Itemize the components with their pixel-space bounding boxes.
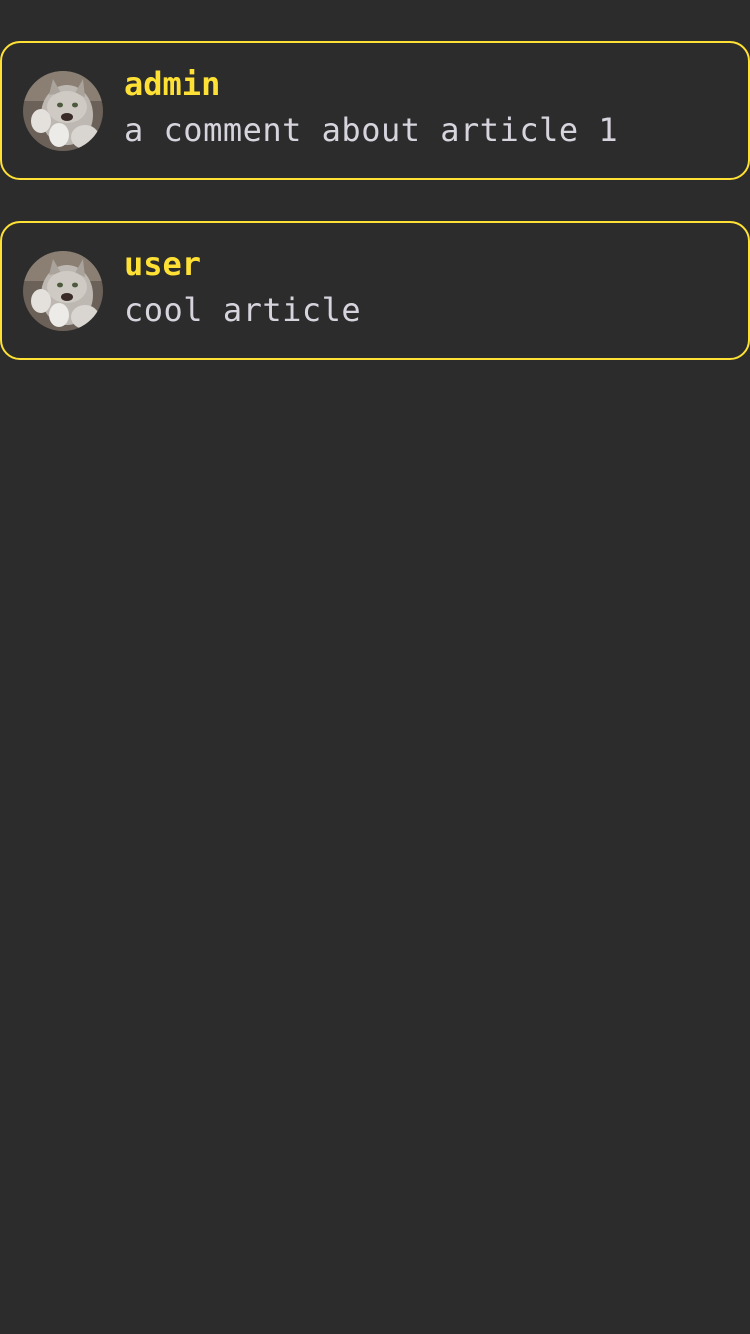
comment-author[interactable]: user bbox=[124, 244, 361, 284]
comment-card[interactable]: user cool article bbox=[0, 221, 750, 360]
comment-text: a comment about article 1 bbox=[124, 110, 619, 149]
comment-body: user cool article bbox=[124, 223, 361, 358]
comment-list: admin a comment about article 1 user coo… bbox=[0, 41, 750, 401]
cat-avatar-image bbox=[23, 70, 103, 151]
cat-avatar-image bbox=[23, 250, 103, 331]
comment-text: cool article bbox=[124, 290, 362, 329]
avatar[interactable] bbox=[23, 70, 103, 151]
comment-card[interactable]: admin a comment about article 1 bbox=[0, 41, 750, 180]
avatar[interactable] bbox=[23, 250, 103, 331]
comment-body: admin a comment about article 1 bbox=[124, 43, 618, 178]
comment-author[interactable]: admin bbox=[124, 64, 618, 104]
